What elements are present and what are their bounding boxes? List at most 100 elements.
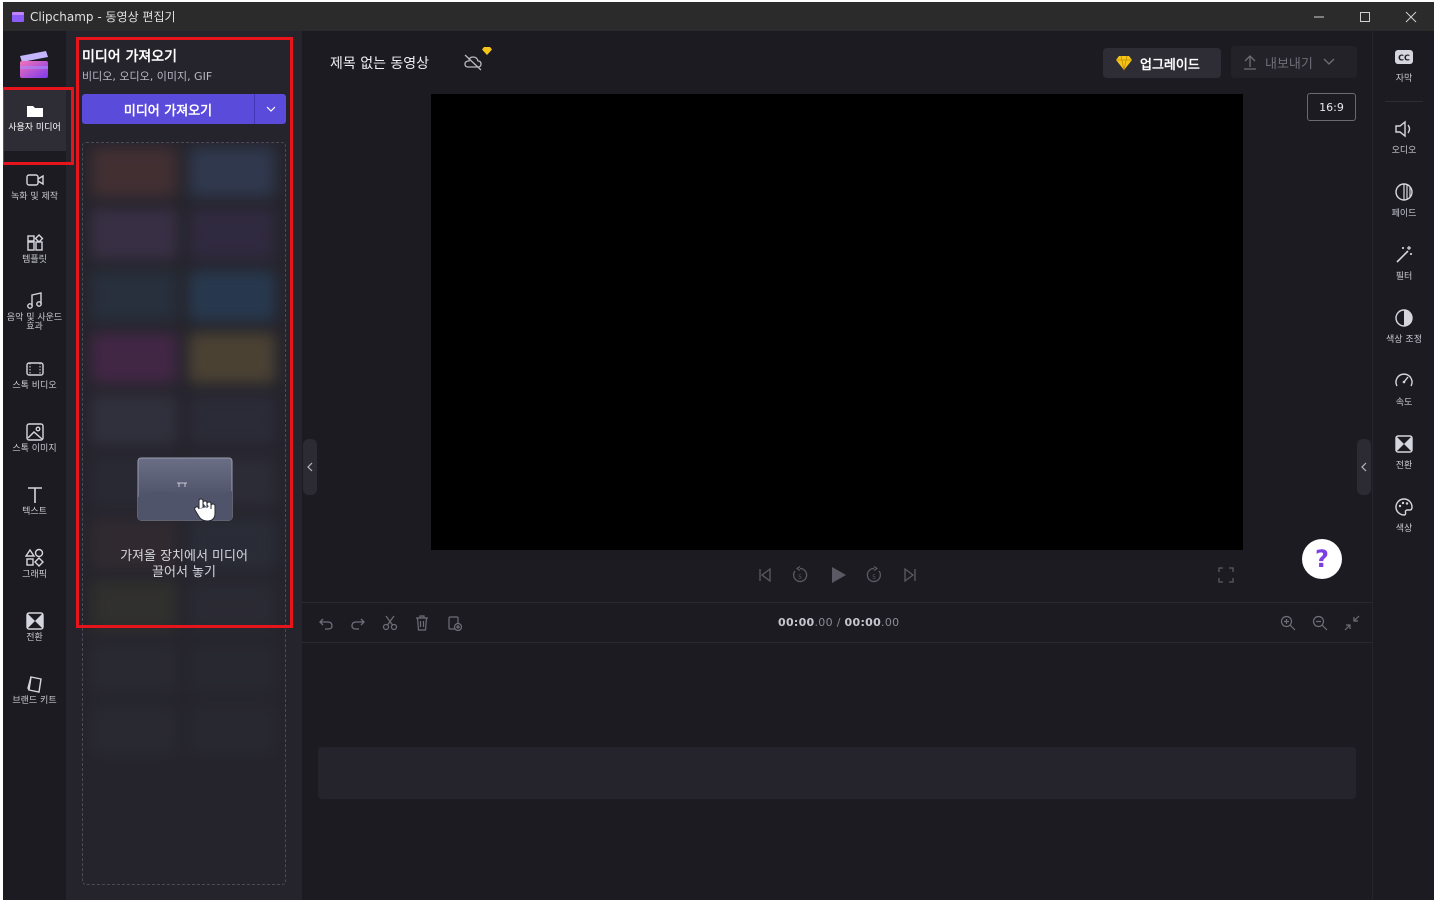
skip-back-icon	[759, 567, 771, 583]
forward-5s-button[interactable]: 5	[863, 564, 885, 586]
timeline-toolbar: 00:00.00 / 00:00.00	[302, 603, 1372, 643]
rrail-item-filters[interactable]: 필터	[1373, 231, 1434, 291]
rrail-item-adjust-colors[interactable]: 색상 조정	[1373, 294, 1434, 354]
timecode-display: 00:00.00 / 00:00.00	[778, 616, 899, 629]
delete-button[interactable]	[412, 613, 432, 633]
collapse-media-panel-button[interactable]	[303, 439, 317, 495]
redo-icon	[351, 618, 365, 630]
text-icon	[27, 487, 42, 503]
duplicate-button[interactable]	[444, 613, 464, 633]
rrail-item-colors[interactable]: 색상	[1373, 483, 1434, 543]
drop-zone-text-line2: 끌어서 놓기	[152, 565, 216, 580]
cloud-off-icon[interactable]	[463, 53, 483, 71]
contrast-icon	[1395, 309, 1413, 327]
fullscreen-button[interactable]	[1215, 564, 1237, 586]
window-controls	[1296, 2, 1434, 31]
fade-icon	[1395, 183, 1413, 201]
drop-zone-text-line1: 가져올 장치에서 미디어	[120, 549, 248, 564]
maximize-icon	[1360, 11, 1370, 22]
close-button[interactable]	[1388, 2, 1434, 31]
transition-icon	[25, 612, 44, 630]
media-drop-zone[interactable]: 가져올 장치에서 미디어 끌어서 놓기	[82, 142, 286, 885]
rewind-5s-button[interactable]: 5	[789, 564, 811, 586]
palette-icon	[1395, 498, 1413, 516]
fit-timeline-button[interactable]	[1342, 613, 1362, 633]
rail-item-label: 녹화 및 제작	[10, 192, 59, 202]
minimize-button[interactable]	[1296, 2, 1342, 31]
captions-icon: CC	[1395, 50, 1413, 64]
rrail-item-audio[interactable]: 오디오	[1373, 105, 1434, 165]
current-time: 00:00	[778, 616, 815, 629]
rail-item-your-media[interactable]: 사용자 미디어	[3, 89, 66, 151]
transition-icon	[1395, 435, 1413, 453]
rrail-item-label: 필터	[1395, 272, 1413, 282]
redo-button[interactable]	[348, 613, 368, 633]
collapse-arrows-icon	[1344, 615, 1360, 631]
chevron-left-icon	[307, 462, 313, 472]
timeline-track[interactable]	[318, 747, 1356, 799]
svg-text:5: 5	[798, 574, 802, 581]
camera-icon	[25, 174, 44, 186]
minimize-icon	[1314, 16, 1324, 17]
video-preview-canvas[interactable]	[431, 94, 1243, 550]
left-navigation-rail: 사용자 미디어 녹화 및 제작 템플릿 음악 및 사운드 효과 스톡 비디오 스…	[3, 31, 66, 900]
title-bar: Clipchamp - 동영상 편집기	[3, 2, 1434, 31]
speaker-icon	[1395, 120, 1411, 138]
skip-to-start-button[interactable]	[754, 564, 776, 586]
time-separator: /	[832, 616, 845, 629]
rail-item-text[interactable]: 텍스트	[3, 473, 66, 535]
rrail-item-transitions[interactable]: 전환	[1373, 420, 1434, 480]
upgrade-label: 업그레이드	[1140, 57, 1200, 73]
zoom-in-button[interactable]	[1278, 613, 1298, 633]
help-question-icon: ?	[1315, 545, 1329, 573]
total-time: 00:00	[844, 616, 882, 629]
scissors-icon	[382, 615, 398, 631]
rrail-item-speed[interactable]: 속도	[1373, 357, 1434, 417]
rail-item-templates[interactable]: 템플릿	[3, 221, 66, 283]
upgrade-button[interactable]: 업그레이드	[1103, 48, 1221, 78]
split-button[interactable]	[380, 613, 400, 633]
premium-gem-icon	[482, 47, 492, 55]
undo-button[interactable]	[316, 613, 336, 633]
rail-item-record-create[interactable]: 녹화 및 제작	[3, 158, 66, 220]
rrail-item-label: 전환	[1395, 461, 1413, 471]
panel-title: 미디어 가져오기	[82, 49, 178, 65]
window-title: Clipchamp - 동영상 편집기	[30, 10, 176, 24]
folder-icon	[26, 106, 43, 117]
export-label: 내보내기	[1265, 56, 1313, 72]
clipchamp-logo-icon	[20, 51, 48, 78]
chevron-down-icon	[1323, 58, 1335, 65]
export-button[interactable]: 내보내기	[1231, 46, 1357, 78]
rail-item-label: 스톡 비디오	[12, 381, 57, 391]
rail-item-stock-video[interactable]: 스톡 비디오	[3, 347, 66, 409]
magic-wand-icon	[1396, 246, 1412, 263]
zoom-out-button[interactable]	[1310, 613, 1330, 633]
rail-item-brand-kit[interactable]: 브랜드 키트	[3, 662, 66, 724]
play-button[interactable]	[827, 564, 849, 586]
import-options-dropdown[interactable]	[254, 94, 286, 124]
maximize-button[interactable]	[1342, 2, 1388, 31]
panel-subtitle: 비디오, 오디오, 이미지, GIF	[82, 70, 213, 83]
rail-item-transitions[interactable]: 전환	[3, 599, 66, 661]
rail-item-stock-image[interactable]: 스톡 이미지	[3, 410, 66, 472]
chevron-left-icon	[1361, 462, 1367, 472]
rail-item-music-sfx[interactable]: 음악 및 사운드 효과	[3, 279, 66, 341]
expand-properties-panel-button[interactable]	[1357, 439, 1371, 495]
help-button[interactable]: ?	[1302, 539, 1342, 579]
import-media-button[interactable]: 미디어 가져오기	[82, 94, 254, 124]
rail-item-label: 스톡 이미지	[12, 444, 57, 454]
media-panel: 미디어 가져오기 비디오, 오디오, 이미지, GIF 미디어 가져오기 가져올…	[66, 31, 302, 900]
rail-item-graphics[interactable]: 그래픽	[3, 536, 66, 598]
skip-forward-icon	[904, 567, 916, 583]
project-title[interactable]: 제목 없는 동영상	[330, 53, 429, 73]
right-properties-rail: CC 자막 오디오 페이드 필터 색상 조정 속도 전환 색상	[1372, 31, 1434, 900]
total-time-fraction: .00	[881, 616, 900, 629]
rrail-item-captions[interactable]: CC 자막	[1373, 33, 1434, 93]
music-icon	[26, 292, 42, 309]
skip-to-end-button[interactable]	[899, 564, 921, 586]
rrail-item-fade[interactable]: 페이드	[1373, 168, 1434, 228]
premium-gem-icon	[1116, 55, 1132, 71]
template-icon	[26, 234, 43, 251]
aspect-ratio-button[interactable]: 16:9	[1307, 93, 1356, 121]
play-icon	[832, 567, 846, 583]
